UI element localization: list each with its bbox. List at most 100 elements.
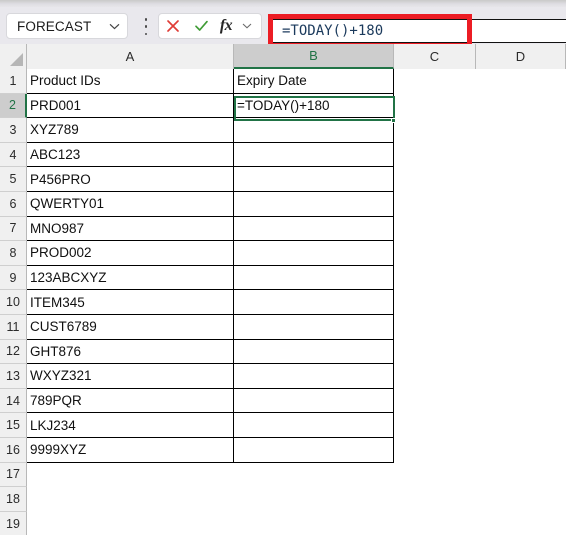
column-header-label: B — [309, 48, 318, 63]
row-header-label: 19 — [6, 516, 20, 531]
column-header-b[interactable]: B — [234, 44, 394, 69]
cell-a8[interactable]: PROD002 — [27, 241, 234, 266]
row-header-label: 6 — [9, 196, 17, 211]
fill-handle[interactable] — [391, 118, 396, 123]
cell-a15[interactable]: LKJ234 — [27, 413, 234, 438]
row-header-5[interactable]: 5 — [0, 167, 27, 192]
row-header-label: 15 — [6, 418, 20, 433]
select-all-triangle-icon — [10, 53, 23, 66]
cell-text: GHT876 — [30, 343, 82, 359]
column-header-label: D — [515, 49, 526, 64]
row-header-label: 17 — [6, 467, 20, 482]
cell-b2[interactable]: =TODAY()+180 — [234, 93, 394, 119]
cell-text: XYZ789 — [30, 122, 79, 138]
cell-b5[interactable] — [234, 167, 394, 192]
row-header-9[interactable]: 9 — [0, 265, 27, 291]
row-header-19[interactable]: 19 — [0, 511, 27, 535]
cell-a10[interactable]: ITEM345 — [27, 290, 234, 315]
cell-b4[interactable] — [234, 142, 394, 168]
vertical-ellipsis-icon[interactable] — [140, 18, 152, 35]
row-header-15[interactable]: 15 — [0, 413, 27, 438]
row-header-1[interactable]: 1 — [0, 69, 27, 94]
cell-a1[interactable]: Product IDs — [27, 69, 234, 94]
cell-a3[interactable]: XYZ789 — [27, 118, 234, 143]
cell-text: 123ABCXYZ — [30, 270, 107, 286]
row-header-label: 18 — [6, 491, 20, 506]
cell-text: PROD002 — [30, 245, 92, 261]
cell-b16[interactable] — [234, 438, 394, 463]
row-header-label: 2 — [9, 98, 16, 113]
cell-text: LKJ234 — [30, 417, 76, 433]
cell-b12[interactable] — [234, 339, 394, 365]
cell-b11[interactable] — [234, 315, 394, 340]
row-header-12[interactable]: 12 — [0, 339, 27, 365]
row-header-label: 13 — [6, 368, 20, 383]
row-header-label: 11 — [6, 319, 20, 334]
name-box[interactable]: FORECAST — [6, 13, 128, 39]
column-header-label: A — [125, 49, 135, 64]
row-header-11[interactable]: 11 — [0, 315, 27, 340]
row-header-2[interactable]: 2 — [0, 93, 27, 119]
row-header-label: 5 — [9, 172, 17, 187]
cell-a2[interactable]: PRD001 — [27, 93, 234, 119]
cell-a14[interactable]: 789PQR — [27, 388, 234, 414]
ribbon-bottom-edge — [0, 0, 566, 7]
row-header-17[interactable]: 17 — [0, 462, 27, 488]
cell-b7[interactable] — [234, 216, 394, 242]
cell-b8[interactable] — [234, 241, 394, 266]
row-header-18[interactable]: 18 — [0, 487, 27, 512]
row-header-label: 7 — [9, 221, 17, 236]
cell-a6[interactable]: QWERTY01 — [27, 192, 234, 217]
cancel-x-icon[interactable] — [159, 14, 187, 38]
chevron-down-icon[interactable] — [237, 14, 257, 38]
cell-a7[interactable]: MNO987 — [27, 216, 234, 242]
row-header-label: 8 — [9, 245, 17, 260]
cell-a9[interactable]: 123ABCXYZ — [27, 265, 234, 291]
cell-text: =TODAY()+180 — [237, 97, 330, 113]
fx-icon[interactable]: fx — [215, 14, 237, 38]
row-header-label: 12 — [6, 344, 20, 359]
column-header-d[interactable]: D — [476, 44, 566, 69]
cell-a13[interactable]: WXYZ321 — [27, 364, 234, 389]
column-header-label: C — [429, 49, 440, 64]
cell-b1[interactable]: Expiry Date — [234, 69, 394, 94]
cell-b13[interactable] — [234, 364, 394, 389]
row-header-label: 9 — [9, 270, 17, 285]
column-header-a[interactable]: A — [27, 44, 234, 69]
row-header-3[interactable]: 3 — [0, 118, 27, 143]
cell-b10[interactable] — [234, 290, 394, 315]
row-header-10[interactable]: 10 — [0, 290, 27, 315]
row-header-8[interactable]: 8 — [0, 241, 27, 266]
cell-text: 9999XYZ — [30, 442, 87, 458]
cell-text: ITEM345 — [30, 294, 85, 310]
cell-b9[interactable] — [234, 265, 394, 291]
cell-text: PRD001 — [30, 97, 82, 113]
column-header-c[interactable]: C — [394, 44, 476, 69]
chevron-down-icon[interactable] — [101, 23, 127, 30]
cell-text: 789PQR — [30, 393, 82, 409]
cell-b14[interactable] — [234, 388, 394, 414]
row-header-label: 14 — [6, 393, 20, 408]
excel-window: FORECAST fx =TODAY()+180 A B C D 1 2 3 4… — [0, 0, 566, 535]
select-all-button[interactable] — [0, 44, 27, 69]
worksheet-grid[interactable]: ABCD 1 2 3 4 5 6 7 8 9 10 11 12 13 14 15 16 17 18 19 Produ… — [0, 44, 566, 535]
cell-b3[interactable] — [234, 118, 394, 143]
cell-a11[interactable]: CUST6789 — [27, 315, 234, 340]
enter-check-icon[interactable] — [187, 14, 215, 38]
formula-bar: FORECAST fx =TODAY()+180 — [0, 7, 566, 48]
row-header-7[interactable]: 7 — [0, 216, 27, 242]
row-header-6[interactable]: 6 — [0, 192, 27, 217]
row-header-13[interactable]: 13 — [0, 364, 27, 389]
cell-b15[interactable] — [234, 413, 394, 438]
cell-a5[interactable]: P456PRO — [27, 167, 234, 192]
cell-a4[interactable]: ABC123 — [27, 142, 234, 168]
row-header-label: 4 — [9, 147, 17, 162]
cell-a16[interactable]: 9999XYZ — [27, 438, 234, 463]
cell-a12[interactable]: GHT876 — [27, 339, 234, 365]
cell-b6[interactable] — [234, 192, 394, 217]
row-header-16[interactable]: 16 — [0, 438, 27, 463]
row-header-14[interactable]: 14 — [0, 388, 27, 414]
cell-text: Expiry Date — [237, 73, 307, 89]
formula-input-value: =TODAY()+180 — [282, 23, 384, 39]
row-header-4[interactable]: 4 — [0, 142, 27, 168]
